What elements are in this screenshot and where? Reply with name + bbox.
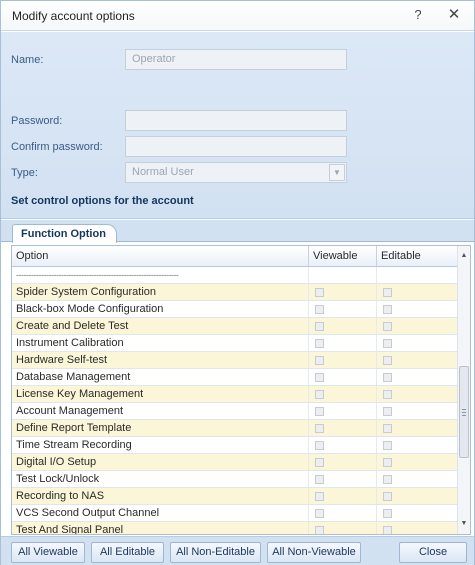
type-select[interactable]: Normal User ▼ (125, 162, 347, 183)
option-name: License Key Management (12, 386, 309, 402)
viewable-checkbox[interactable] (315, 475, 324, 484)
table-row[interactable]: Account Management (12, 403, 457, 420)
dialog-title: Modify account options (12, 9, 135, 23)
editable-checkbox[interactable] (383, 458, 392, 467)
table-row[interactable]: Hardware Self-test (12, 352, 457, 369)
confirm-password-field[interactable] (125, 136, 347, 157)
grid-header: Option Viewable Editable (12, 246, 470, 267)
table-row[interactable]: Digital I/O Setup (12, 454, 457, 471)
editable-checkbox[interactable] (383, 441, 392, 450)
type-label: Type: (11, 167, 38, 179)
viewable-checkbox[interactable] (315, 322, 324, 331)
table-row[interactable]: Spider System Configuration (12, 284, 457, 301)
all-non-viewable-button[interactable]: All Non-Viewable (267, 542, 361, 563)
option-name: Create and Delete Test (12, 318, 309, 334)
editable-checkbox[interactable] (383, 407, 392, 416)
column-header-option[interactable]: Option (12, 246, 309, 266)
option-name: Database Management (12, 369, 309, 385)
all-viewable-button[interactable]: All Viewable (11, 542, 85, 563)
chevron-up-icon[interactable]: ▲ (458, 249, 470, 263)
viewable-checkbox[interactable] (315, 390, 324, 399)
name-label: Name: (11, 54, 44, 66)
option-name: Test And Signal Panel (12, 522, 309, 534)
option-name: Instrument Calibration (12, 335, 309, 351)
button-bar: All Viewable All Editable All Non-Editab… (1, 536, 474, 565)
viewable-checkbox[interactable] (315, 458, 324, 467)
table-row[interactable]: Recording to NAS (12, 488, 457, 505)
editable-checkbox[interactable] (383, 390, 392, 399)
option-name: Spider System Configuration (12, 284, 309, 300)
account-details-panel: Name: Operator Password: Confirm passwor… (1, 32, 474, 219)
editable-checkbox[interactable] (383, 509, 392, 518)
viewable-checkbox[interactable] (315, 424, 324, 433)
all-non-editable-button[interactable]: All Non-Editable (170, 542, 261, 563)
table-row[interactable]: Database Management (12, 369, 457, 386)
editable-checkbox[interactable] (383, 322, 392, 331)
option-name: Time Stream Recording (12, 437, 309, 453)
section-heading: Set control options for the account (11, 195, 194, 207)
option-name: Define Report Template (12, 420, 309, 436)
option-name: Black-box Mode Configuration (12, 301, 309, 317)
close-window-button[interactable]: ✕ (441, 5, 467, 27)
option-name: Account Management (12, 403, 309, 419)
editable-checkbox[interactable] (383, 492, 392, 501)
password-field[interactable] (125, 110, 347, 131)
chevron-down-icon[interactable]: ▼ (458, 517, 470, 531)
viewable-checkbox[interactable] (315, 526, 324, 534)
table-row[interactable]: Instrument Calibration (12, 335, 457, 352)
function-options-grid: Option Viewable Editable ---------------… (11, 245, 471, 535)
option-name: Hardware Self-test (12, 352, 309, 368)
table-row[interactable]: Test Lock/Unlock (12, 471, 457, 488)
password-label: Password: (11, 115, 63, 127)
table-row[interactable]: VCS Second Output Channel (12, 505, 457, 522)
viewable-checkbox[interactable] (315, 407, 324, 416)
table-row[interactable]: Black-box Mode Configuration (12, 301, 457, 318)
editable-checkbox[interactable] (383, 475, 392, 484)
table-row[interactable]: Define Report Template (12, 420, 457, 437)
viewable-checkbox[interactable] (315, 356, 324, 365)
viewable-checkbox[interactable] (315, 288, 324, 297)
table-row[interactable]: Create and Delete Test (12, 318, 457, 335)
column-header-viewable[interactable]: Viewable (309, 246, 377, 266)
all-editable-button[interactable]: All Editable (91, 542, 164, 563)
viewable-checkbox[interactable] (315, 339, 324, 348)
viewable-checkbox[interactable] (315, 509, 324, 518)
title-bar: Modify account options ? ✕ (1, 1, 474, 31)
viewable-checkbox[interactable] (315, 373, 324, 382)
table-row[interactable]: Test And Signal Panel (12, 522, 457, 534)
scrollbar-thumb[interactable] (459, 366, 469, 458)
name-field[interactable]: Operator (125, 49, 347, 70)
chevron-down-icon[interactable]: ▼ (329, 164, 345, 181)
editable-checkbox[interactable] (383, 288, 392, 297)
editable-checkbox[interactable] (383, 356, 392, 365)
confirm-password-label: Confirm password: (11, 141, 103, 153)
editable-checkbox[interactable] (383, 339, 392, 348)
viewable-checkbox[interactable] (315, 441, 324, 450)
tab-function-option[interactable]: Function Option (12, 224, 117, 243)
editable-checkbox[interactable] (383, 526, 392, 534)
option-name: Test Lock/Unlock (12, 471, 309, 487)
option-name: VCS Second Output Channel (12, 505, 309, 521)
table-row[interactable]: License Key Management (12, 386, 457, 403)
close-button[interactable]: Close (399, 542, 467, 563)
table-row[interactable]: Time Stream Recording (12, 437, 457, 454)
separator-row: ----------------------------------------… (12, 267, 457, 284)
viewable-checkbox[interactable] (315, 305, 324, 314)
tab-strip: Function Option (1, 220, 474, 243)
editable-checkbox[interactable] (383, 424, 392, 433)
type-select-value: Normal User (132, 166, 194, 178)
viewable-checkbox[interactable] (315, 492, 324, 501)
editable-checkbox[interactable] (383, 305, 392, 314)
separator-text: ----------------------------------------… (12, 267, 309, 283)
column-header-editable[interactable]: Editable (377, 246, 457, 266)
option-name: Digital I/O Setup (12, 454, 309, 470)
editable-checkbox[interactable] (383, 373, 392, 382)
vertical-scrollbar[interactable]: ▲ ▼ (457, 246, 470, 534)
grid-rows: ----------------------------------------… (12, 267, 457, 534)
help-button[interactable]: ? (405, 5, 431, 27)
option-name: Recording to NAS (12, 488, 309, 504)
modify-account-dialog: Modify account options ? ✕ Name: Operato… (0, 0, 475, 565)
